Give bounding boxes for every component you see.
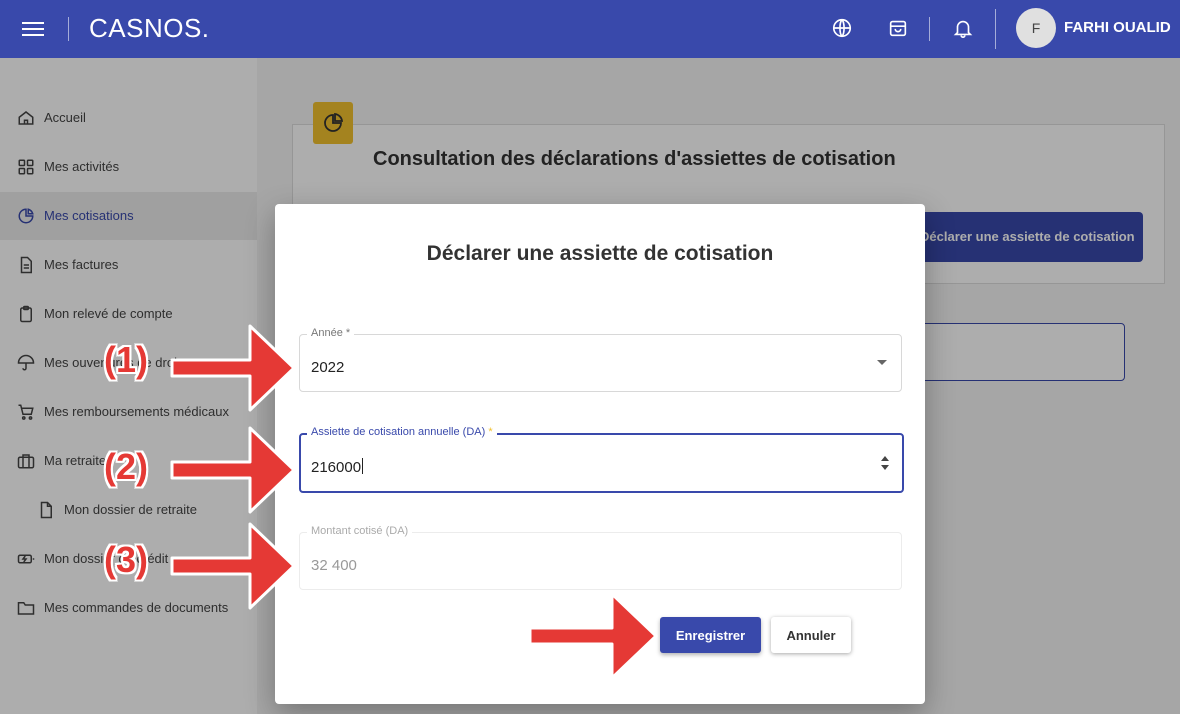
annee-label: Année * <box>307 327 355 339</box>
number-spinner-icon[interactable] <box>880 455 890 471</box>
globe-icon[interactable] <box>831 17 853 39</box>
annee-select[interactable]: Année * 2022 <box>299 327 902 392</box>
dialog-title: Déclarer une assiette de cotisation <box>426 242 774 265</box>
assiette-input[interactable]: Assiette de cotisation annuelle (DA) * 2… <box>299 426 904 493</box>
divider <box>995 9 996 49</box>
annotation-step-1: (1) <box>104 339 148 380</box>
assiette-value: 216000 <box>311 458 364 476</box>
menu-icon[interactable] <box>22 18 46 40</box>
montant-label: Montant cotisé (DA) <box>307 525 413 537</box>
save-button[interactable]: Enregistrer <box>660 617 761 653</box>
shopping-bag-icon[interactable] <box>887 17 909 39</box>
user-name[interactable]: FARHI OUALID <box>1064 19 1171 36</box>
divider <box>68 17 69 41</box>
cancel-button[interactable]: Annuler <box>771 617 851 653</box>
divider <box>929 17 930 41</box>
annotation-step-2: (2) <box>104 446 148 487</box>
annotation-step-3: (3) <box>104 539 148 580</box>
dropdown-caret-icon[interactable] <box>877 360 887 365</box>
annotation-arrow-icon <box>170 522 296 610</box>
bell-icon[interactable] <box>952 17 974 39</box>
montant-field: Montant cotisé (DA) 32 400 <box>299 525 902 590</box>
annee-value: 2022 <box>311 359 345 376</box>
avatar[interactable]: F <box>1016 8 1056 48</box>
brand-logo: CASNOS. <box>89 13 210 43</box>
assiette-label: Assiette de cotisation annuelle (DA) * <box>307 426 497 438</box>
annotation-arrow-icon <box>528 592 658 680</box>
annotation-arrow-icon <box>170 426 296 514</box>
top-app-bar: CASNOS. F FARHI OUALID <box>0 0 1180 58</box>
montant-value: 32 400 <box>311 557 357 574</box>
annotation-arrow-icon <box>170 324 296 412</box>
